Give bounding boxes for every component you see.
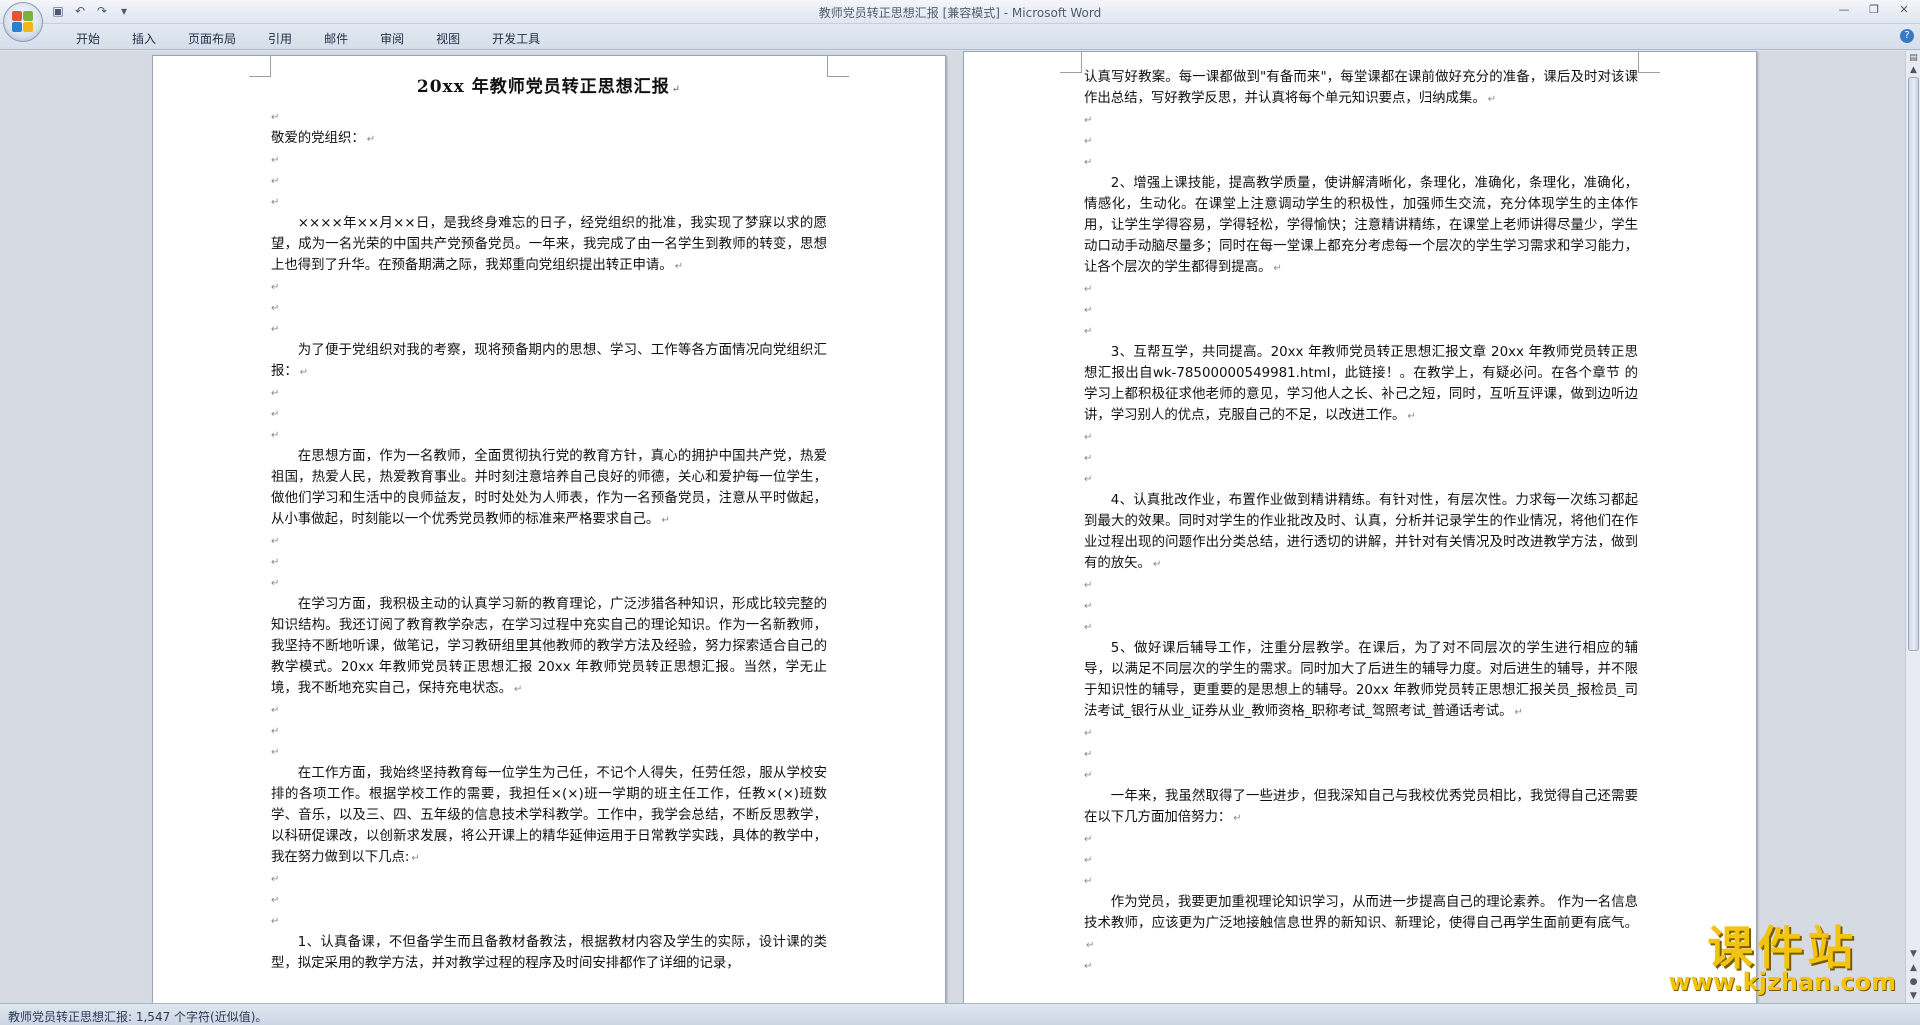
empty-paragraph: ↵ bbox=[271, 197, 280, 208]
vertical-scrollbar[interactable]: ▤ ▲ ▼ ▲ ● ▼ bbox=[1905, 51, 1920, 1003]
empty-paragraph: ↵ bbox=[271, 324, 280, 335]
empty-paragraph: ↵ bbox=[1084, 157, 1093, 168]
body-paragraph: 2、增强上课技能，提高教学质量，使讲解清晰化，条理化，准确化，条理化，准确化，情… bbox=[1084, 176, 1638, 275]
empty-paragraph: ↵ bbox=[1084, 115, 1093, 126]
empty-paragraph: ↵ bbox=[1084, 961, 1093, 972]
scroll-up-icon[interactable]: ▲ bbox=[1907, 63, 1920, 77]
body-paragraph: 作为党员，我要更加重视理论知识学习，从而进一步提高自己的理论素养。 作为一名信息… bbox=[1084, 895, 1638, 951]
site-watermark: 课件站 www.kjzhan.com bbox=[1669, 922, 1896, 996]
previous-page-icon[interactable]: ▲ bbox=[1907, 961, 1920, 975]
body-paragraph: 在工作方面，我始终坚持教育每一位学生为己任，不记个人得失，任劳任怨，服从学校安排… bbox=[271, 766, 827, 865]
empty-paragraph: ↵ bbox=[271, 895, 280, 906]
document-page-2[interactable]: 认真写好教案。每一课都做到"有备而来"，每堂课都在课前做好充分的准备，课后及时对… bbox=[963, 51, 1757, 1003]
crop-mark bbox=[1638, 51, 1660, 73]
crop-mark bbox=[1060, 51, 1082, 73]
empty-paragraph: ↵ bbox=[1084, 453, 1093, 464]
empty-paragraph: ↵ bbox=[1084, 622, 1093, 633]
empty-paragraph: ↵ bbox=[1084, 474, 1093, 485]
body-paragraph: 认真写好教案。每一课都做到"有备而来"，每堂课都在课前做好充分的准备，课后及时对… bbox=[1084, 70, 1638, 106]
ribbon-tab-bar: 开始 插入 页面布局 引用 邮件 审阅 视图 开发工具 ? bbox=[0, 24, 1920, 50]
empty-paragraph: ↵ bbox=[1084, 284, 1093, 295]
window-controls: — ❐ ✕ bbox=[1834, 2, 1914, 18]
empty-paragraph: ↵ bbox=[271, 557, 280, 568]
body-paragraph: 在学习方面，我积极主动的认真学习新的教育理论，广泛涉猎各种知识，形成比较完整的知… bbox=[271, 597, 827, 696]
tab-references[interactable]: 引用 bbox=[252, 30, 308, 47]
office-logo-icon bbox=[12, 11, 34, 33]
body-paragraph: 为了便于党组织对我的考察，现将预备期内的思想、学习、工作等各方面情况向党组织汇报… bbox=[271, 343, 827, 379]
body-paragraph: 一年来，我虽然取得了一些进步，但我深知自己与我校优秀党员相比，我觉得自己还需要在… bbox=[1084, 789, 1638, 825]
empty-paragraph: ↵ bbox=[1084, 601, 1093, 612]
empty-paragraph: ↵ bbox=[271, 112, 280, 123]
empty-paragraph: ↵ bbox=[1084, 432, 1093, 443]
body-paragraph: 4、认真批改作业，布置作业做到精讲精练。有针对性，有层次性。力求每一次练习都起到… bbox=[1084, 493, 1638, 571]
empty-paragraph: ↵ bbox=[271, 874, 280, 885]
body-paragraph: 3、互帮互学，共同提高。20xx 年教师党员转正思想汇报文章 20xx 年教师党… bbox=[1084, 345, 1638, 423]
office-button[interactable] bbox=[3, 2, 43, 42]
tab-page-layout[interactable]: 页面布局 bbox=[172, 30, 252, 47]
watermark-logo-text: 课件站 bbox=[1707, 921, 1858, 975]
empty-paragraph: ↵ bbox=[271, 726, 280, 737]
restore-icon[interactable]: ❐ bbox=[1864, 2, 1884, 18]
empty-paragraph: ↵ bbox=[271, 916, 280, 927]
crop-mark bbox=[249, 55, 271, 77]
watermark-url: www.kjzhan.com bbox=[1668, 968, 1896, 996]
empty-paragraph: ↵ bbox=[1084, 855, 1093, 866]
scroll-down-icon[interactable]: ▼ bbox=[1907, 947, 1920, 961]
empty-paragraph: ↵ bbox=[1084, 580, 1093, 591]
empty-paragraph: ↵ bbox=[271, 155, 280, 166]
crop-mark bbox=[827, 55, 849, 77]
empty-paragraph: ↵ bbox=[1084, 136, 1093, 147]
scrollbar-thumb[interactable] bbox=[1908, 77, 1919, 651]
tab-mailings[interactable]: 邮件 bbox=[308, 30, 364, 47]
empty-paragraph: ↵ bbox=[271, 747, 280, 758]
page-2-text: 认真写好教案。每一课都做到"有备而来"，每堂课都在课前做好充分的准备，课后及时对… bbox=[1084, 67, 1638, 977]
empty-paragraph: ↵ bbox=[271, 388, 280, 399]
tab-developer[interactable]: 开发工具 bbox=[476, 30, 556, 47]
empty-paragraph: ↵ bbox=[1084, 305, 1093, 316]
greeting: 敬爱的党组织： ↵ bbox=[271, 131, 376, 146]
body-paragraph: 1、认真备课，不但备学生而且备教材备教法，根据教材内容及学生的实际，设计课的类型… bbox=[271, 935, 827, 971]
document-area[interactable]: 20xx 年教师党员转正思想汇报 ↵ ↵ 敬爱的党组织： ↵ ↵ ↵ ↵ ××××年… bbox=[0, 51, 1905, 1003]
tab-review[interactable]: 审阅 bbox=[364, 30, 420, 47]
tab-view[interactable]: 视图 bbox=[420, 30, 476, 47]
empty-paragraph: ↵ bbox=[1084, 770, 1093, 781]
status-bar: 教师党员转正思想汇报: 1,547 个字符(近似值)。 bbox=[0, 1003, 1920, 1025]
empty-paragraph: ↵ bbox=[1084, 728, 1093, 739]
tab-home[interactable]: 开始 bbox=[60, 30, 116, 47]
document-page-1[interactable]: 20xx 年教师党员转正思想汇报 ↵ ↵ 敬爱的党组织： ↵ ↵ ↵ ↵ ××××年… bbox=[152, 55, 946, 1003]
empty-paragraph: ↵ bbox=[1084, 749, 1093, 760]
help-icon[interactable]: ? bbox=[1900, 29, 1914, 43]
empty-paragraph: ↵ bbox=[1084, 834, 1093, 845]
body-paragraph: ××××年××月××日，是我终身难忘的日子，经党组织的批准，我实现了梦寐以求的愿… bbox=[271, 216, 827, 273]
empty-paragraph: ↵ bbox=[271, 536, 280, 547]
empty-paragraph: ↵ bbox=[271, 303, 280, 314]
body-paragraph: 在思想方面，作为一名教师，全面贯彻执行党的教育方针，真心的拥护中国共产党，热爱祖… bbox=[271, 449, 827, 527]
document-title: 20xx 年教师党员转正思想汇报 ↵ bbox=[416, 77, 682, 97]
window-title: 教师党员转正思想汇报 [兼容模式] - Microsoft Word bbox=[818, 6, 1102, 20]
empty-paragraph: ↵ bbox=[271, 409, 280, 420]
word-count-status[interactable]: 教师党员转正思想汇报: 1,547 个字符(近似值)。 bbox=[8, 1008, 267, 1025]
empty-paragraph: ↵ bbox=[271, 578, 280, 589]
empty-paragraph: ↵ bbox=[271, 705, 280, 716]
tab-insert[interactable]: 插入 bbox=[116, 30, 172, 47]
empty-paragraph: ↵ bbox=[271, 282, 280, 293]
empty-paragraph: ↵ bbox=[1084, 876, 1093, 887]
ribbon-tabs: 开始 插入 页面布局 引用 邮件 审阅 视图 开发工具 bbox=[60, 30, 556, 47]
body-paragraph: 5、做好课后辅导工作，注重分层教学。在课后，为了对不同层次的学生进行相应的辅导，… bbox=[1084, 641, 1638, 719]
empty-paragraph: ↵ bbox=[1084, 326, 1093, 337]
minimize-icon[interactable]: — bbox=[1834, 2, 1854, 18]
select-browse-object-icon[interactable]: ● bbox=[1907, 975, 1920, 989]
next-page-icon[interactable]: ▼ bbox=[1907, 989, 1920, 1003]
empty-paragraph: ↵ bbox=[271, 430, 280, 441]
empty-paragraph: ↵ bbox=[271, 176, 280, 187]
close-icon[interactable]: ✕ bbox=[1894, 2, 1914, 18]
page-1-text: 20xx 年教师党员转正思想汇报 ↵ ↵ 敬爱的党组织： ↵ ↵ ↵ ↵ ××××年… bbox=[271, 74, 827, 974]
title-bar: ▣ ↶ ↷ ▾ 教师党员转正思想汇报 [兼容模式] - Microsoft Wo… bbox=[0, 0, 1920, 42]
